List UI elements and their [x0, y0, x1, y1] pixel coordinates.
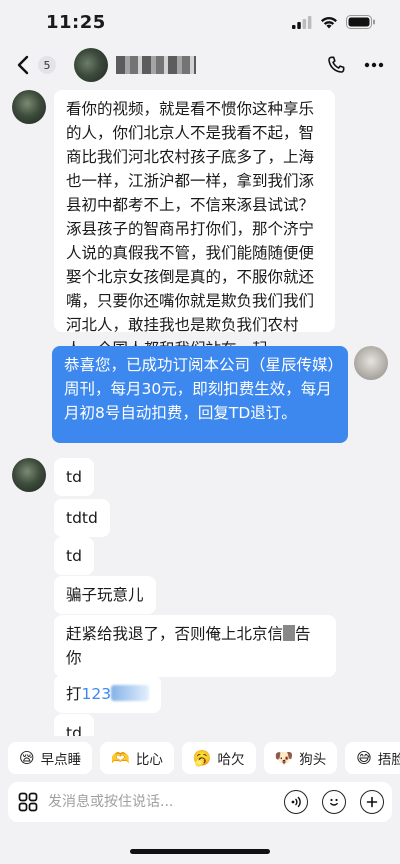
facepalm-emoji-icon: 😅	[356, 749, 372, 767]
contact-avatar[interactable]	[74, 48, 108, 82]
emoji-picker-icon[interactable]	[322, 790, 346, 814]
message-text: 骗子玩意儿	[66, 586, 144, 604]
message-text: 看你的视频，就是看不惯你这种享乐的人，你们北京人不是我看不起，智商比我们河北农村…	[66, 100, 315, 358]
status-bar: 11:25	[0, 0, 400, 44]
quick-reply-chip[interactable]: 🐶 狗头	[263, 742, 338, 774]
contact-name-redacted	[116, 56, 196, 74]
voice-input-icon[interactable]	[284, 790, 308, 814]
add-attachment-icon[interactable]	[360, 790, 384, 814]
chat-header: 5	[0, 44, 400, 86]
apps-grid-icon[interactable]	[18, 792, 38, 812]
phone-call-icon[interactable]	[326, 55, 346, 75]
quick-reply-chip[interactable]: 🥱 哈欠	[181, 742, 256, 774]
message-text: 赶紧给我退了，否则俺上北京信	[66, 625, 284, 643]
message-bubble-incoming[interactable]: td	[54, 537, 94, 575]
my-avatar[interactable]	[354, 346, 388, 380]
message-text: td	[66, 468, 82, 486]
phone-number-link[interactable]: 123	[82, 685, 112, 703]
signal-icon	[292, 15, 312, 29]
yawn-emoji-icon: 🥱	[192, 749, 212, 767]
more-options-icon[interactable]	[364, 62, 384, 68]
quick-reply-chip[interactable]: 😪 早点睡	[8, 742, 93, 774]
message-list[interactable]: 看你的视频，就是看不惯你这种享乐的人，你们北京人不是我看不起，智商比我们河北农村…	[0, 86, 400, 736]
message-bubble-incoming[interactable]: td	[54, 714, 94, 736]
message-bubble-incoming[interactable]: tdtd	[54, 499, 110, 537]
quick-reply-chip[interactable]: 😅 捂脸	[345, 742, 400, 774]
home-indicator	[130, 849, 270, 854]
sender-avatar[interactable]	[12, 90, 46, 124]
message-bubble-incoming[interactable]: td	[54, 458, 94, 496]
message-text: tdtd	[66, 509, 98, 527]
message-input[interactable]	[48, 794, 284, 810]
message-text: td	[66, 547, 82, 565]
chip-label: 狗头	[299, 752, 327, 768]
message-bubble-incoming[interactable]: 骗子玩意儿	[54, 576, 156, 614]
status-icons	[292, 15, 376, 29]
chip-label: 捂脸	[377, 752, 400, 768]
chip-label: 哈欠	[217, 752, 245, 768]
message-composer	[8, 782, 392, 822]
redacted-text	[283, 625, 296, 641]
unread-count-badge: 5	[38, 56, 56, 74]
status-time: 11:25	[46, 11, 106, 33]
chip-label: 比心	[135, 752, 163, 768]
dog-head-emoji-icon: 🐶	[274, 749, 294, 767]
quick-reply-chip[interactable]: 🫶 比心	[100, 742, 174, 774]
sleepy-emoji-icon: 😪	[19, 749, 35, 767]
quick-reply-bar: 😪 早点睡 🫶 比心 🥱 哈欠 🐶 狗头 😅 捂脸	[0, 742, 400, 776]
message-text: 打	[66, 685, 82, 703]
chip-label: 早点睡	[40, 752, 82, 768]
message-text: 恭喜您，已成功订阅本公司（星辰传媒）周刊，每月30元，即刻扣费生效，每月月初8号…	[64, 356, 336, 422]
heart-hands-emoji-icon: 🫶	[111, 749, 130, 767]
sender-avatar[interactable]	[12, 458, 46, 492]
chevron-left-icon	[17, 55, 29, 75]
wifi-icon	[321, 16, 337, 28]
battery-icon	[346, 15, 375, 29]
redacted-number	[111, 685, 150, 701]
message-bubble-outgoing[interactable]: 恭喜您，已成功订阅本公司（星辰传媒）周刊，每月30元，即刻扣费生效，每月月初8号…	[52, 346, 348, 443]
message-bubble-incoming[interactable]: 打123	[54, 675, 162, 713]
message-text: td	[66, 724, 82, 736]
back-button[interactable]	[10, 50, 36, 80]
message-bubble-incoming[interactable]: 赶紧给我退了，否则俺上北京信 告你	[54, 615, 336, 677]
message-bubble-incoming[interactable]: 看你的视频，就是看不惯你这种享乐的人，你们北京人不是我看不起，智商比我们河北农村…	[54, 90, 335, 358]
